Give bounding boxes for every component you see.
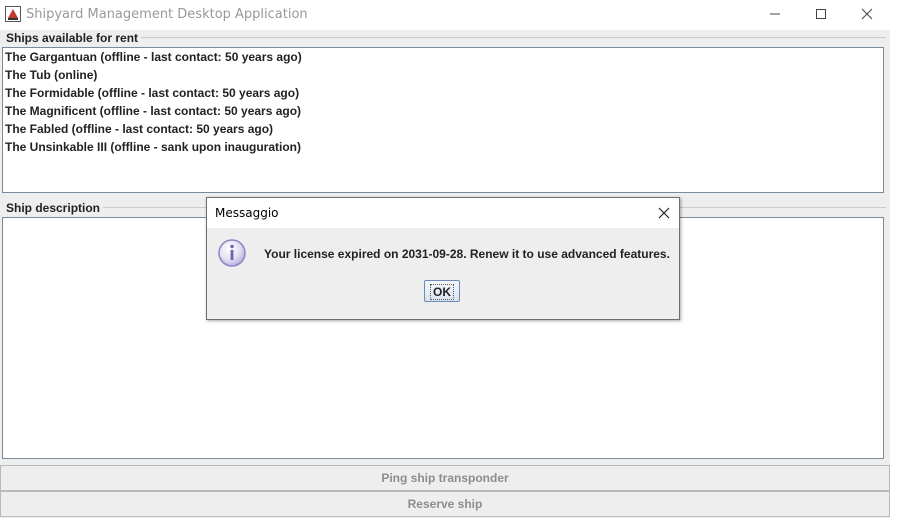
reserve-ship-button[interactable]: Reserve ship [0,491,890,517]
maximize-button[interactable] [798,0,844,28]
dialog-titlebar: Messaggio [207,198,679,228]
ship-list-item[interactable]: The Gargantuan (offline - last contact: … [3,48,883,66]
ships-section-title: Ships available for rent [6,31,142,45]
maximize-icon [816,9,826,19]
info-icon [217,238,247,268]
ship-list-item[interactable]: The Fabled (offline - last contact: 50 y… [3,120,883,138]
dialog-title: Messaggio [215,206,279,220]
dialog-close-button[interactable] [647,198,679,228]
window-edge [890,30,900,518]
window-titlebar: Shipyard Management Desktop Application [0,0,900,30]
ship-list-item[interactable]: The Magnificent (offline - last contact:… [3,102,883,120]
close-icon [658,207,670,219]
section-divider [138,37,886,38]
dialog-message: Your license expired on 2031-09-28. Rene… [264,247,670,261]
minimize-icon [770,13,780,15]
java-app-icon [5,6,21,22]
close-button[interactable] [844,0,890,28]
ship-list-item[interactable]: The Tub (online) [3,66,883,84]
ship-list-item[interactable]: The Unsinkable III (offline - sank upon … [3,138,883,156]
ping-transponder-button[interactable]: Ping ship transponder [0,465,890,491]
ship-list-item[interactable]: The Formidable (offline - last contact: … [3,84,883,102]
close-icon [861,8,873,20]
ok-button-label: OK [430,284,454,300]
description-section-title: Ship description [6,201,104,215]
ships-list[interactable]: The Gargantuan (offline - last contact: … [2,47,884,193]
ok-button[interactable]: OK [424,280,460,302]
message-dialog: Messaggio Your license expired on 2031-0… [206,197,680,320]
window-title: Shipyard Management Desktop Application [26,7,308,22]
minimize-button[interactable] [752,0,798,28]
